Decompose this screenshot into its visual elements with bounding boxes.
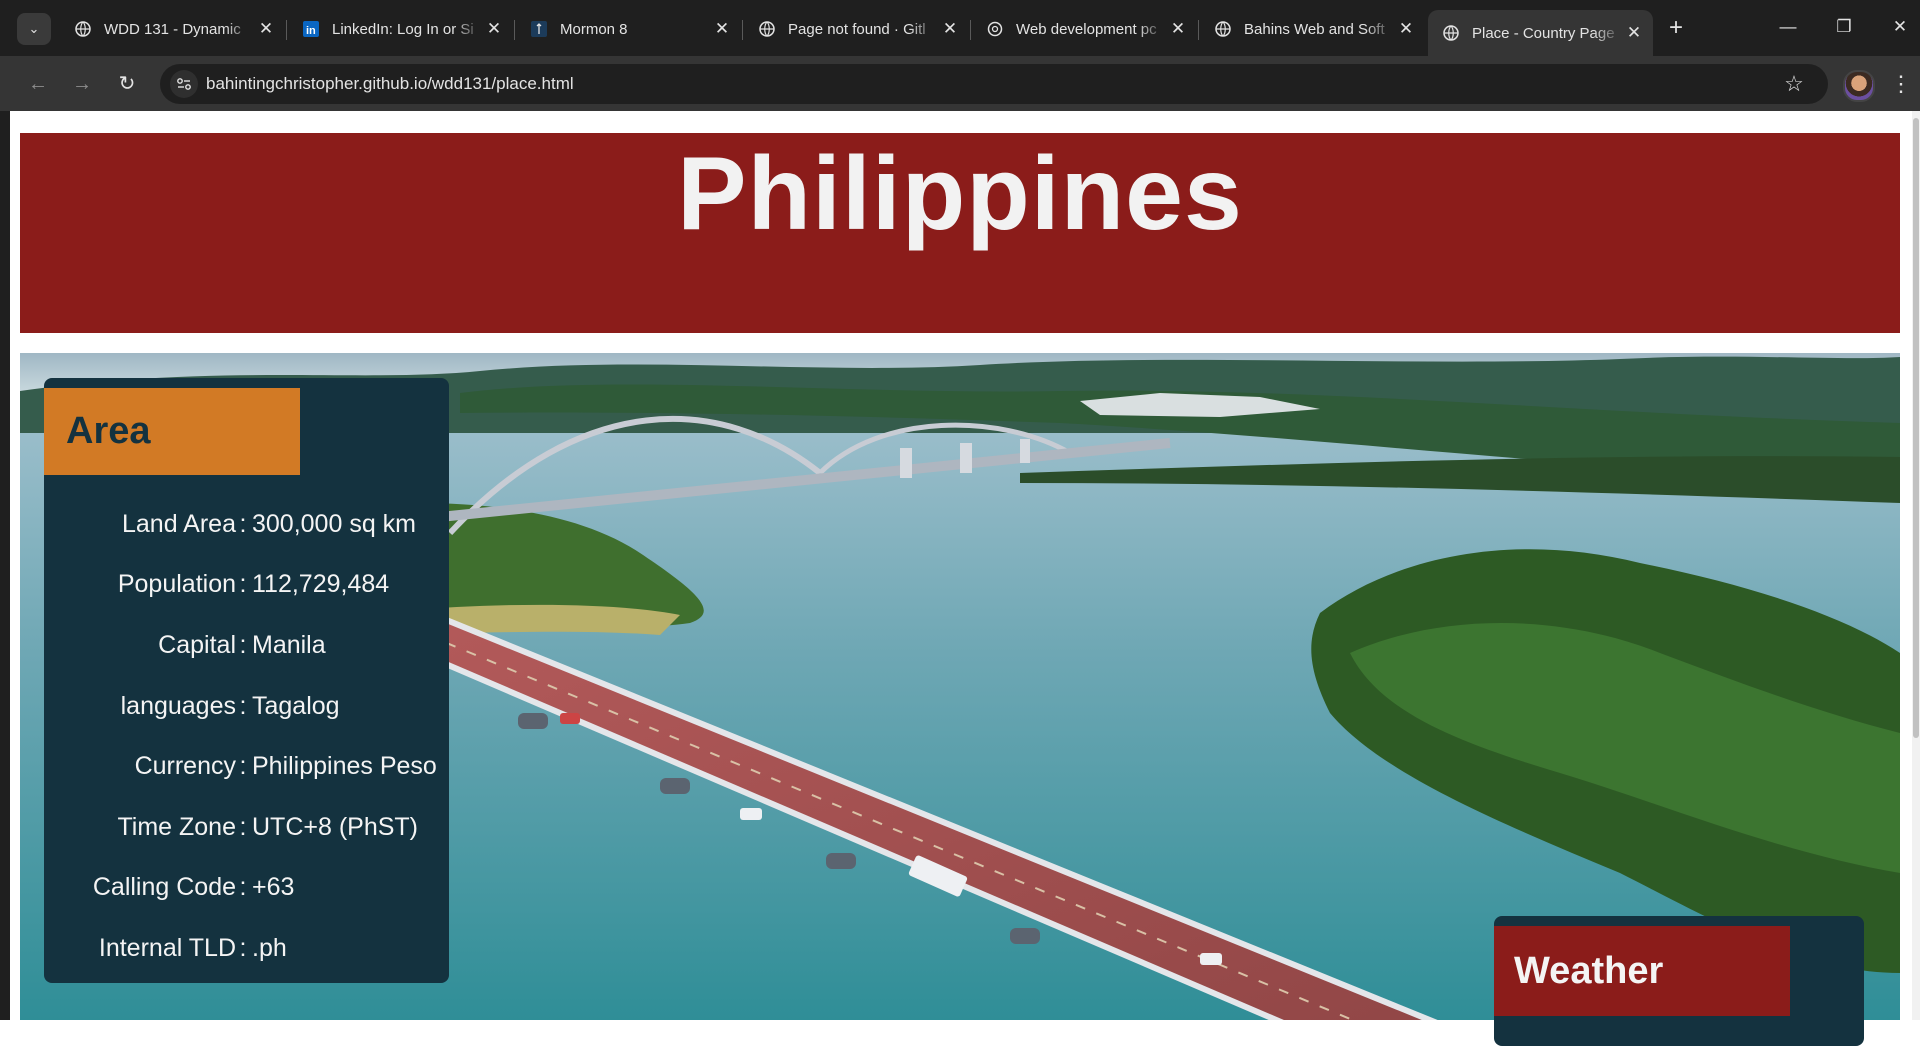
fact-capital: Capital: Manila — [44, 615, 449, 676]
page-title: Philippines — [677, 135, 1243, 252]
tab-separator — [970, 20, 971, 40]
new-tab-button[interactable]: + — [1662, 14, 1690, 42]
url-text: bahintingchristopher.github.io/wdd131/pl… — [206, 74, 574, 93]
fact-separator: : — [239, 570, 247, 599]
tab-title: LinkedIn: Log In or Si — [332, 20, 474, 38]
tab-separator — [742, 20, 743, 40]
more-menu-icon[interactable]: ⋮ — [1890, 68, 1912, 100]
back-arrow-icon[interactable]: ← — [22, 68, 54, 100]
globe-icon — [1442, 24, 1460, 42]
close-icon[interactable]: ✕ — [1395, 19, 1417, 39]
fact-separator: : — [239, 691, 247, 720]
fact-value: UTC+8 (PhST) — [252, 812, 419, 841]
fact-currency: Currency: Philippines Peso — [44, 736, 449, 797]
fact-calling-code: Calling Code: +63 — [44, 858, 449, 919]
close-icon[interactable]: ✕ — [939, 19, 961, 39]
minimize-icon[interactable]: — — [1768, 12, 1808, 42]
browser-toolbar: ← → ↻ bahintingchristopher.github.io/wdd… — [0, 56, 1920, 111]
fact-value: .ph — [252, 933, 287, 962]
tab-linkedin[interactable]: in LinkedIn: Log In or Si ✕ — [288, 10, 513, 48]
fact-label: Time Zone — [117, 812, 236, 841]
profile-avatar[interactable] — [1843, 70, 1875, 102]
facts-list: Land Area:300,000 sq km Population:112,7… — [44, 494, 449, 979]
tab-title: Page not found · Gitl — [788, 20, 926, 38]
weather-heading: Weather — [1514, 949, 1664, 992]
globe-icon — [758, 20, 776, 38]
window-close-icon[interactable]: ✕ — [1880, 12, 1920, 42]
tab-bahins[interactable]: Bahins Web and Soft ✕ — [1200, 10, 1425, 48]
tab-title: Place - Country Page — [1472, 24, 1615, 42]
fact-separator: : — [239, 630, 247, 659]
fact-separator: : — [239, 812, 247, 841]
fact-value: 112,729,484 — [252, 570, 390, 599]
page-header: Philippines — [20, 133, 1900, 333]
tab-strip: ⌄ WDD 131 - Dynamic ✕ in LinkedIn: Log I… — [0, 0, 1920, 56]
weather-heading-box: Weather — [1494, 926, 1790, 1016]
fact-time-zone: Time Zone: UTC+8 (PhST) — [44, 797, 449, 858]
address-bar[interactable]: bahintingchristopher.github.io/wdd131/pl… — [160, 64, 1828, 104]
chatgpt-icon — [986, 20, 1004, 38]
book-icon — [530, 20, 548, 38]
tab-title: Mormon 8 — [560, 20, 628, 38]
fact-land-area: Land Area:300,000 sq km — [44, 494, 449, 555]
reload-icon[interactable]: ↻ — [111, 68, 143, 100]
fact-separator: : — [239, 873, 247, 902]
tab-search-button[interactable]: ⌄ — [17, 13, 51, 45]
scrollbar-thumb[interactable] — [1913, 118, 1919, 738]
tab-title: WDD 131 - Dynamic — [104, 20, 241, 38]
fact-label: Population — [117, 570, 236, 599]
bookmark-star-icon[interactable]: ☆ — [1780, 70, 1808, 98]
globe-icon — [74, 20, 92, 38]
fact-label: Calling Code — [92, 873, 236, 902]
close-icon[interactable]: ✕ — [1623, 23, 1645, 43]
tab-chatgpt[interactable]: Web development pc ✕ — [972, 10, 1197, 48]
fact-value: Philippines Peso — [252, 752, 437, 781]
tab-github-notfound[interactable]: Page not found · Gitl ✕ — [744, 10, 969, 48]
fact-internal-tld: Internal TLD: .ph — [44, 918, 449, 979]
fact-label: Capital — [158, 630, 236, 659]
weather-card: Weather — [1494, 916, 1864, 1046]
fact-languages: languages: Tagalog — [44, 676, 449, 737]
close-icon[interactable]: ✕ — [255, 19, 277, 39]
fact-separator: : — [239, 933, 247, 962]
linkedin-icon: in — [302, 20, 320, 38]
tab-title: Web development pc — [1016, 20, 1157, 38]
fact-separator: : — [239, 752, 247, 781]
fact-separator: : — [239, 509, 247, 538]
tab-separator — [514, 20, 515, 40]
tab-separator — [286, 20, 287, 40]
area-heading: Area — [66, 410, 151, 452]
tab-title: Bahins Web and Soft — [1244, 20, 1385, 38]
forward-arrow-icon[interactable]: → — [66, 68, 98, 100]
site-info-icon[interactable] — [170, 70, 198, 98]
fact-value: +63 — [252, 873, 295, 902]
fact-label: languages — [120, 691, 236, 720]
restore-icon[interactable]: ❐ — [1824, 12, 1864, 42]
fact-label: Currency — [134, 752, 236, 781]
fact-value: Tagalog — [252, 691, 340, 720]
area-heading-box: Area — [44, 388, 300, 475]
close-icon[interactable]: ✕ — [1167, 19, 1189, 39]
fact-label: Land Area — [122, 509, 236, 538]
close-icon[interactable]: ✕ — [483, 19, 505, 39]
tab-wdd131[interactable]: WDD 131 - Dynamic ✕ — [60, 10, 285, 48]
fact-population: Population:112,729,484 — [44, 555, 449, 616]
close-icon[interactable]: ✕ — [711, 19, 733, 39]
fact-value: Manila — [252, 630, 326, 659]
globe-icon — [1214, 20, 1232, 38]
svg-text:in: in — [306, 25, 316, 37]
fact-label: Internal TLD — [98, 933, 236, 962]
fact-value: 300,000 sq km — [252, 509, 416, 538]
area-card: Area Land Area:300,000 sq km Population:… — [44, 378, 449, 983]
tab-mormon[interactable]: Mormon 8 ✕ — [516, 10, 741, 48]
tab-separator — [1198, 20, 1199, 40]
window-edge — [0, 111, 10, 1020]
tab-place-country[interactable]: Place - Country Page ✕ — [1428, 10, 1653, 56]
